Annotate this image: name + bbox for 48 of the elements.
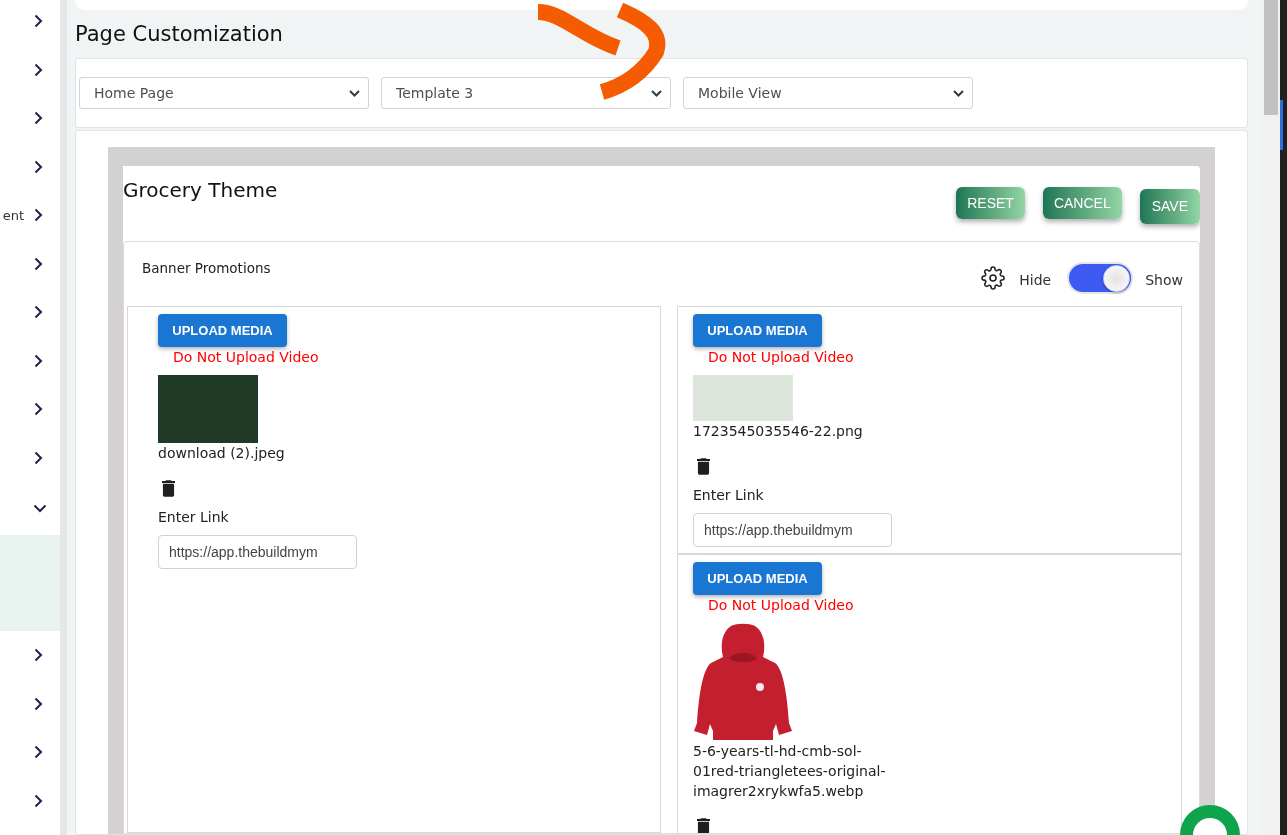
chevron-right-icon[interactable] (34, 111, 43, 126)
upload-button[interactable]: UPLOAD MEDIA (693, 562, 822, 595)
chevron-down-icon[interactable] (33, 504, 47, 513)
chevron-right-icon[interactable] (34, 402, 43, 417)
chevron-right-icon[interactable] (34, 62, 43, 77)
chevron-right-icon[interactable] (34, 14, 43, 29)
chevron-right-icon[interactable] (34, 353, 43, 368)
chevron-right-icon[interactable] (34, 648, 43, 663)
chevron-right-icon[interactable] (34, 208, 43, 223)
dropdown-select[interactable]: Home Page (79, 77, 369, 109)
chevron-right-icon[interactable] (34, 450, 43, 465)
hide-label: Hide (1019, 271, 1052, 290)
link-input[interactable]: https://app.thebuildmym (158, 535, 357, 569)
chat-ring-icon[interactable] (1180, 805, 1240, 835)
link-label: Enter Link (693, 486, 764, 505)
chevron-right-icon[interactable] (34, 305, 43, 320)
trash-icon[interactable] (697, 458, 710, 475)
sidebar-label[interactable]: ent (2, 205, 24, 225)
upload-button[interactable]: UPLOAD MEDIA (693, 314, 822, 347)
trash-icon[interactable] (697, 818, 710, 833)
show-label: Show (1145, 271, 1183, 290)
caret-icon (349, 89, 360, 97)
warning-text: Do Not Upload Video (707, 596, 854, 615)
scrollbar-thumb[interactable] (1264, 0, 1278, 115)
chevron-right-icon[interactable] (34, 159, 43, 174)
chevron-right-icon[interactable] (34, 745, 43, 760)
dropdown-select[interactable]: Template 3 (381, 77, 671, 109)
theme-title: Grocery Theme (123, 177, 278, 204)
file-name: 1723545035546-22.png (693, 422, 864, 441)
link-label: Enter Link (158, 508, 229, 527)
trash-icon[interactable] (162, 480, 175, 497)
dropdown-select[interactable]: Mobile View (683, 77, 973, 109)
warning-text: Do Not Upload Video (707, 348, 854, 367)
link-input[interactable]: https://app.thebuildmym (693, 513, 892, 547)
file-name: 5-6-years-tl-hd-cmb-sol-01red-triangletees-original-imagrer2xrykwfa5.webp (693, 742, 887, 801)
visibility-toggle[interactable] (1067, 262, 1134, 294)
chevron-right-icon[interactable] (34, 696, 43, 711)
file-name: download (2).jpeg (158, 444, 286, 463)
chevron-right-icon[interactable] (34, 793, 43, 808)
settings-icon[interactable] (981, 266, 1006, 290)
chevron-right-icon[interactable] (34, 256, 43, 271)
upload-button[interactable]: UPLOAD MEDIA (158, 314, 287, 347)
caret-icon (953, 89, 964, 97)
warning-text: Do Not Upload Video (172, 348, 319, 367)
scrollbar-track[interactable] (1262, 0, 1280, 835)
caret-icon (651, 89, 662, 97)
page-title: Page Customization (75, 21, 284, 48)
section-title: Banner Promotions (142, 259, 271, 278)
